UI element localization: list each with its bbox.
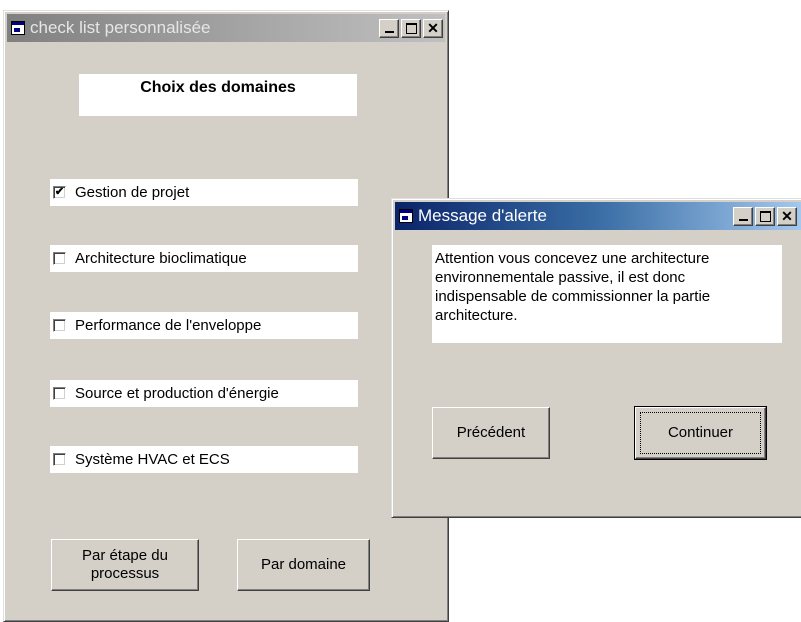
maximize-icon (405, 22, 417, 34)
alert-dialog-title: Message d'alerte (418, 206, 547, 225)
checkbox-architecture-bioclimatique[interactable]: Architecture bioclimatique (50, 245, 358, 272)
checkbox-label: Performance de l'enveloppe (75, 317, 262, 334)
checkbox-box[interactable] (53, 252, 66, 265)
par-etape-button[interactable]: Par étape du processus (51, 539, 199, 591)
heading-panel: Choix des domaines (79, 74, 357, 116)
checkbox-systeme-hvac-ecs[interactable]: Système HVAC et ECS (50, 446, 358, 473)
check-icon: ✔ (54, 186, 65, 198)
main-window: check list personnalisée ✕ Choix des dom… (3, 10, 449, 622)
par-etape-label: Par étape du processus (82, 547, 168, 582)
checkbox-label: Système HVAC et ECS (75, 451, 230, 468)
alert-message-panel: Attention vous concevez une architecture… (432, 245, 782, 343)
checkbox-source-production-energie[interactable]: Source et production d'énergie (50, 380, 358, 407)
par-domaine-button[interactable]: Par domaine (237, 539, 370, 591)
maximize-icon (759, 210, 771, 222)
checkbox-gestion-de-projet[interactable]: ✔ Gestion de projet (50, 179, 358, 206)
app-window-icon[interactable] (399, 209, 413, 223)
app-window-icon[interactable] (11, 21, 25, 35)
alert-dialog: Message d'alerte ✕ Attention vous concev… (391, 198, 801, 518)
maximize-button[interactable] (755, 206, 775, 226)
close-icon: ✕ (427, 20, 439, 36)
section-heading: Choix des domaines (140, 79, 296, 96)
close-button[interactable]: ✕ (423, 18, 443, 38)
focus-rectangle (640, 412, 761, 454)
checkbox-box[interactable]: ✔ (53, 186, 66, 199)
continuer-button[interactable]: Continuer (634, 406, 767, 460)
maximize-button[interactable] (401, 18, 421, 38)
minimize-icon (384, 31, 394, 33)
minimize-button[interactable] (733, 206, 753, 226)
close-icon: ✕ (781, 208, 793, 224)
checkbox-label: Source et production d'énergie (75, 385, 279, 402)
checkbox-label: Gestion de projet (75, 184, 190, 201)
checkbox-box[interactable] (53, 319, 66, 332)
minimize-icon (738, 219, 748, 221)
checkbox-box[interactable] (53, 453, 66, 466)
close-button[interactable]: ✕ (777, 206, 797, 226)
alert-message: Attention vous concevez une architecture… (435, 250, 711, 324)
alert-title-bar[interactable]: Message d'alerte ✕ (395, 202, 801, 230)
checkbox-box[interactable] (53, 387, 66, 400)
checkbox-performance-enveloppe[interactable]: Performance de l'enveloppe (50, 312, 358, 339)
par-domaine-label: Par domaine (260, 556, 347, 573)
minimize-button[interactable] (379, 18, 399, 38)
precedent-button[interactable]: Précédent (432, 407, 550, 459)
precedent-label: Précédent (456, 424, 526, 441)
main-window-title: check list personnalisée (30, 18, 211, 37)
checkbox-label: Architecture bioclimatique (75, 250, 247, 267)
main-title-bar[interactable]: check list personnalisée ✕ (7, 14, 445, 42)
